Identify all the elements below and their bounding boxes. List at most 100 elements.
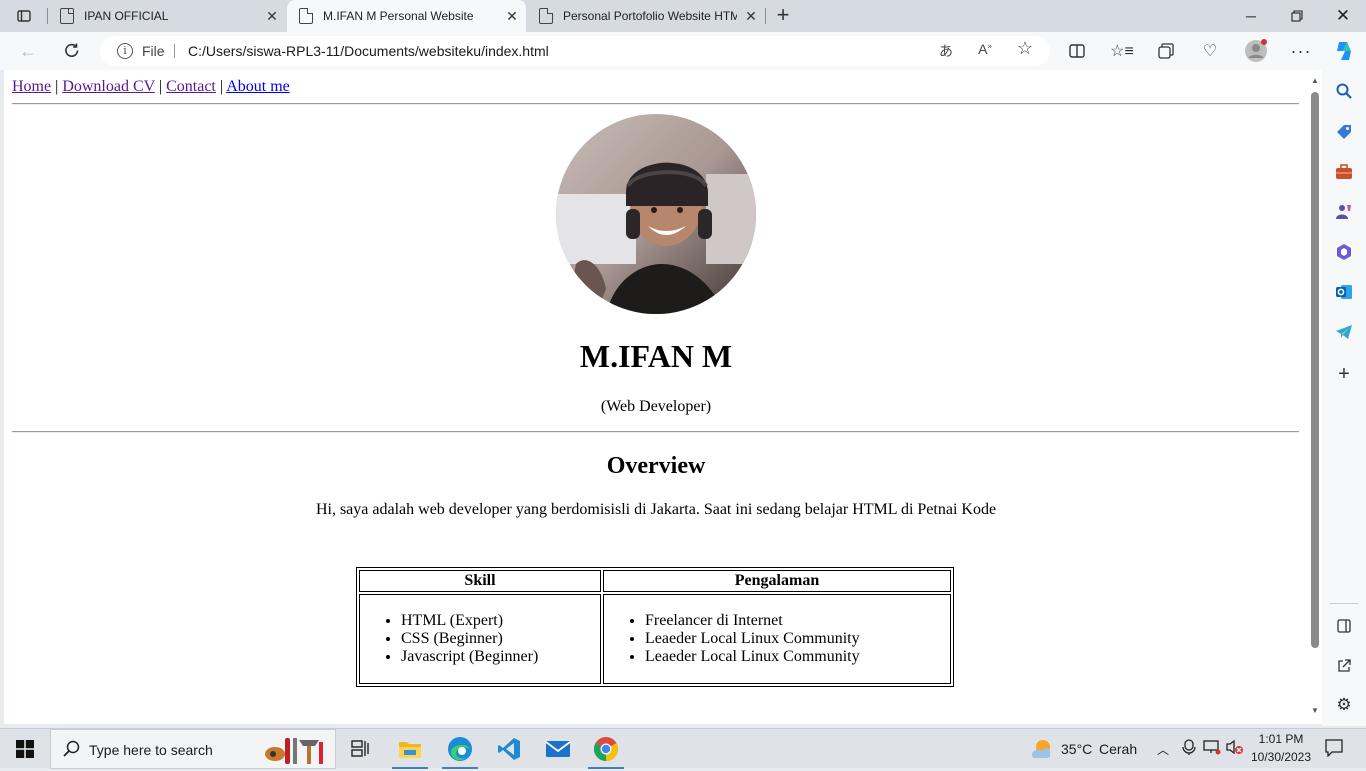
scheme-label: File xyxy=(142,43,165,59)
nav-about-link[interactable]: About me xyxy=(226,78,290,95)
add-icon[interactable]: + xyxy=(1333,363,1355,385)
notifications-icon[interactable] xyxy=(1325,739,1343,760)
tab-actions-icon[interactable] xyxy=(8,4,40,28)
show-hidden-icons-icon[interactable]: ︿ xyxy=(1157,741,1169,758)
page-icon xyxy=(60,8,74,24)
search-icon[interactable] xyxy=(1333,80,1355,102)
tab-title: IPAN OFFICIAL xyxy=(84,9,169,23)
search-icon xyxy=(63,740,81,763)
table-header-skill: Skill xyxy=(359,570,601,592)
nav-separator: | xyxy=(219,78,224,95)
network-icon[interactable] xyxy=(1203,739,1221,758)
weather-condition[interactable]: Cerah xyxy=(1099,741,1137,757)
info-icon[interactable]: i xyxy=(117,43,133,59)
edge-icon[interactable] xyxy=(436,729,484,769)
overview-heading: Overview xyxy=(606,453,706,479)
tab-title: M.IFAN M Personal Website xyxy=(323,9,474,23)
clock-time[interactable]: 1:01 PM xyxy=(1253,732,1309,746)
tab-ipan-official[interactable]: IPAN OFFICIAL ✕ xyxy=(48,0,286,32)
chrome-icon[interactable] xyxy=(582,729,630,769)
nav-download-cv-link[interactable]: Download CV xyxy=(62,78,155,95)
profile-icon[interactable] xyxy=(1241,36,1271,66)
list-item: CSS (Beginner) xyxy=(401,630,590,648)
games-icon[interactable] xyxy=(1333,201,1355,223)
copilot-icon[interactable] xyxy=(1329,36,1359,66)
split-screen-icon[interactable] xyxy=(1062,36,1092,66)
shopping-icon[interactable] xyxy=(1333,121,1355,143)
address-bar[interactable]: i File C:/Users/siswa-RPL3-11/Documents/… xyxy=(100,36,1050,66)
outlook-icon[interactable] xyxy=(1333,281,1355,303)
weather-temp[interactable]: 35°C xyxy=(1061,741,1092,757)
vscode-icon[interactable] xyxy=(485,729,533,769)
volume-muted-icon[interactable] xyxy=(1226,739,1244,758)
clock-date[interactable]: 10/30/2023 xyxy=(1249,750,1313,764)
experience-list: Freelancer di Internet Leaeder Local Lin… xyxy=(604,612,940,666)
collections-icon[interactable] xyxy=(1151,36,1181,66)
meet-now-icon[interactable] xyxy=(1182,739,1196,758)
page-scrollbar[interactable]: ▲ ▼ xyxy=(1308,70,1322,724)
list-item: Leaeder Local Linux Community xyxy=(645,648,940,666)
tab-portfolio-template[interactable]: Personal Portofolio Website HTML ✕ xyxy=(527,0,765,32)
nav-separator: | xyxy=(158,78,163,95)
top-nav: Home | Download CV | Contact | About me xyxy=(12,78,290,96)
sidebar-toggle-icon[interactable] xyxy=(1333,615,1355,637)
nav-home-link[interactable]: Home xyxy=(12,78,51,95)
translate-icon[interactable]: あ xyxy=(934,41,958,61)
tools-illustration-icon xyxy=(259,734,329,771)
skills-list: HTML (Expert) CSS (Beginner) Javascript … xyxy=(360,612,590,666)
nav-contact-link[interactable]: Contact xyxy=(166,78,216,95)
edge-sidebar: + ⚙ xyxy=(1322,70,1366,726)
page-icon xyxy=(299,8,313,24)
new-tab-icon[interactable]: + xyxy=(770,4,796,28)
read-aloud-icon[interactable]: A» xyxy=(973,41,997,61)
back-icon[interactable]: ← xyxy=(14,37,42,65)
nav-separator: | xyxy=(55,78,59,95)
job-role: (Web Developer) xyxy=(600,398,712,415)
more-icon[interactable]: ··· xyxy=(1286,36,1316,66)
overview-text: Hi, saya adalah web developer yang berdo… xyxy=(315,501,997,518)
favorite-icon[interactable]: ☆ xyxy=(1013,38,1037,58)
task-view-icon[interactable] xyxy=(336,729,384,769)
file-explorer-icon[interactable] xyxy=(386,729,434,769)
restore-icon[interactable] xyxy=(1274,0,1320,32)
divider xyxy=(12,431,1299,433)
mail-icon[interactable] xyxy=(534,729,582,769)
taskbar: Type here to search 35°C Cerah ︿ 1:01 PM… xyxy=(0,728,1366,769)
weather-icon[interactable] xyxy=(1030,737,1054,764)
close-tab-icon[interactable]: ✕ xyxy=(258,8,286,25)
web-page: Home | Download CV | Contact | About me xyxy=(4,70,1308,724)
divider xyxy=(12,103,1299,105)
tab-title: Personal Portofolio Website HTML xyxy=(563,9,737,23)
search-placeholder: Type here to search xyxy=(89,742,213,758)
scroll-down-icon[interactable]: ▼ xyxy=(1311,706,1319,715)
minimize-icon[interactable]: ─ xyxy=(1228,0,1274,32)
settings-icon[interactable]: ⚙ xyxy=(1333,694,1355,716)
windows-start-icon[interactable] xyxy=(0,729,50,769)
close-tab-icon[interactable]: ✕ xyxy=(498,8,526,25)
page-title: M.IFAN M xyxy=(579,338,733,374)
tools-icon[interactable] xyxy=(1333,161,1355,183)
refresh-icon[interactable] xyxy=(58,37,86,65)
skills-table: Skill Pengalaman HTML (Expert) CSS (Begi… xyxy=(356,567,954,687)
telegram-icon[interactable] xyxy=(1333,321,1355,343)
profile-photo xyxy=(556,114,756,314)
favorites-icon[interactable]: ☆≡ xyxy=(1107,36,1137,66)
tab-divider xyxy=(765,8,766,24)
url-text[interactable]: C:/Users/siswa-RPL3-11/Documents/website… xyxy=(188,43,549,59)
close-tab-icon[interactable]: ✕ xyxy=(737,8,765,25)
list-item: Leaeder Local Linux Community xyxy=(645,630,940,648)
skills-cell: HTML (Expert) CSS (Beginner) Javascript … xyxy=(359,594,601,684)
list-item: Freelancer di Internet xyxy=(645,612,940,630)
tab-personal-website[interactable]: M.IFAN M Personal Website ✕ xyxy=(287,0,526,32)
table-header-experience: Pengalaman xyxy=(603,570,951,592)
close-window-icon[interactable]: ✕ xyxy=(1320,0,1366,32)
sidebar-divider xyxy=(1330,603,1358,604)
external-link-icon[interactable] xyxy=(1333,655,1355,677)
microsoft-365-icon[interactable] xyxy=(1333,241,1355,263)
scroll-thumb[interactable] xyxy=(1311,92,1319,648)
experience-cell: Freelancer di Internet Leaeder Local Lin… xyxy=(603,594,951,684)
browser-essentials-icon[interactable]: ♡ xyxy=(1195,36,1225,66)
scroll-up-icon[interactable]: ▲ xyxy=(1311,76,1319,85)
list-item: Javascript (Beginner) xyxy=(401,648,590,666)
taskbar-search[interactable]: Type here to search xyxy=(50,729,336,769)
